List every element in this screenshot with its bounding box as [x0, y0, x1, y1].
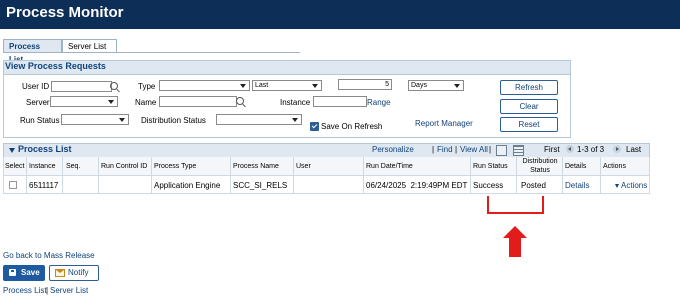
report-manager-link[interactable]: Report Manager: [415, 119, 473, 128]
view-all-link[interactable]: View All: [460, 145, 488, 154]
column-divider: [562, 157, 563, 193]
save-icon: [9, 269, 16, 276]
separator: |: [432, 145, 435, 154]
clear-button[interactable]: Clear: [500, 99, 558, 114]
last-select[interactable]: Last: [252, 80, 322, 91]
separator: |: [46, 286, 49, 295]
find-link[interactable]: Find: [437, 145, 453, 154]
red-arrow-head-icon: [503, 226, 527, 238]
download-grid-icon[interactable]: [513, 145, 524, 156]
row-select-checkbox[interactable]: [9, 181, 17, 189]
type-label: Type: [138, 82, 156, 91]
page-title: Process Monitor: [6, 4, 124, 21]
column-divider: [516, 157, 517, 193]
previous-arrow-icon[interactable]: [566, 145, 574, 153]
column-divider: [26, 157, 27, 193]
save-button-label: Save: [21, 268, 40, 277]
view-requests-title: View Process Requests: [5, 61, 106, 71]
row-range: 1-3 of 3: [577, 145, 605, 154]
server-label: Server: [26, 98, 50, 107]
count-input[interactable]: 5: [338, 79, 392, 90]
col-instance: Instance: [29, 163, 56, 170]
last-label[interactable]: Last: [626, 145, 641, 154]
column-divider: [62, 157, 63, 193]
col-run-status: Run Status: [473, 163, 508, 170]
column-divider: [98, 157, 99, 193]
red-arrow-stem: [509, 238, 521, 257]
user-id-input[interactable]: [51, 81, 112, 92]
cell-run-datetime: 06/24/2025 2:19:49PM EDT: [366, 181, 468, 190]
col-seq: Seq.: [66, 163, 81, 170]
column-divider: [151, 157, 152, 193]
col-run-control-id: Run Control ID: [101, 163, 148, 170]
col-distribution-status-line1: Distribution: [522, 158, 558, 165]
user-id-label: User ID: [22, 82, 50, 91]
tab-divider: [3, 52, 300, 53]
type-select[interactable]: [159, 80, 250, 91]
run-status-select[interactable]: [61, 114, 129, 125]
collapse-icon[interactable]: [9, 148, 15, 153]
col-actions: Actions: [603, 163, 626, 170]
highlight-box: [487, 196, 544, 214]
notify-button-label: Notify: [68, 268, 89, 277]
range-link[interactable]: Range: [367, 98, 391, 107]
instance-input[interactable]: [313, 96, 367, 107]
days-select[interactable]: Days: [408, 80, 464, 91]
col-process-type: Process Type: [154, 163, 197, 170]
column-divider: [600, 157, 601, 193]
user-id-search-icon[interactable]: [110, 82, 118, 90]
distribution-status-select[interactable]: [216, 114, 302, 125]
table-row: [3, 176, 650, 194]
save-on-refresh-checkbox[interactable]: [310, 122, 319, 131]
first-label[interactable]: First: [544, 145, 560, 154]
col-run-datetime: Run Date/Time: [366, 163, 413, 170]
bottom-server-list-link[interactable]: Server List: [50, 286, 88, 295]
row-details-link[interactable]: Details: [565, 181, 589, 190]
column-divider: [470, 157, 471, 193]
notify-button[interactable]: Notify: [49, 265, 99, 281]
next-arrow-icon[interactable]: [613, 145, 621, 153]
run-status-label: Run Status: [20, 116, 60, 125]
col-distribution-status-line2: Status: [530, 167, 550, 174]
col-details: Details: [565, 163, 587, 170]
distribution-status-label: Distribution Status: [141, 116, 206, 125]
save-on-refresh-label: Save On Refresh: [321, 122, 383, 131]
cell-run-status: Success: [473, 181, 504, 190]
tab-server-list[interactable]: Server List: [62, 39, 117, 53]
refresh-button[interactable]: Refresh: [500, 80, 558, 95]
mass-release-link[interactable]: Go back to Mass Release: [3, 251, 95, 260]
tab-process-list[interactable]: Process List: [3, 39, 62, 64]
col-user: User: [296, 163, 311, 170]
col-distribution-status: Distribution Status: [518, 157, 562, 175]
separator: |: [455, 145, 458, 154]
row-actions-link[interactable]: Actions: [621, 181, 647, 190]
name-search-icon[interactable]: [236, 97, 244, 105]
col-select: Select: [5, 163, 25, 170]
column-divider: [363, 157, 364, 193]
reset-button[interactable]: Reset: [500, 117, 558, 132]
mail-icon: [55, 269, 65, 277]
personalize-link[interactable]: Personalize: [372, 145, 414, 154]
cell-process-name: SCC_SI_RELS: [233, 181, 288, 190]
server-select[interactable]: [50, 96, 118, 107]
cell-instance: 6511117: [29, 181, 59, 190]
zoom-icon[interactable]: [496, 145, 507, 156]
cell-distribution-status: Posted: [521, 181, 546, 190]
process-list-title: Process List: [18, 144, 72, 154]
cell-process-type: Application Engine: [154, 181, 221, 190]
col-process-name: Process Name: [233, 163, 279, 170]
bottom-process-list-link[interactable]: Process List: [3, 286, 47, 295]
name-input[interactable]: [159, 96, 237, 107]
column-divider: [230, 157, 231, 193]
actions-dropdown-icon[interactable]: [615, 184, 619, 188]
name-label: Name: [135, 98, 157, 107]
separator: |: [489, 145, 492, 154]
column-divider: [293, 157, 294, 193]
save-button[interactable]: Save: [3, 265, 45, 281]
instance-label: Instance: [280, 98, 311, 107]
